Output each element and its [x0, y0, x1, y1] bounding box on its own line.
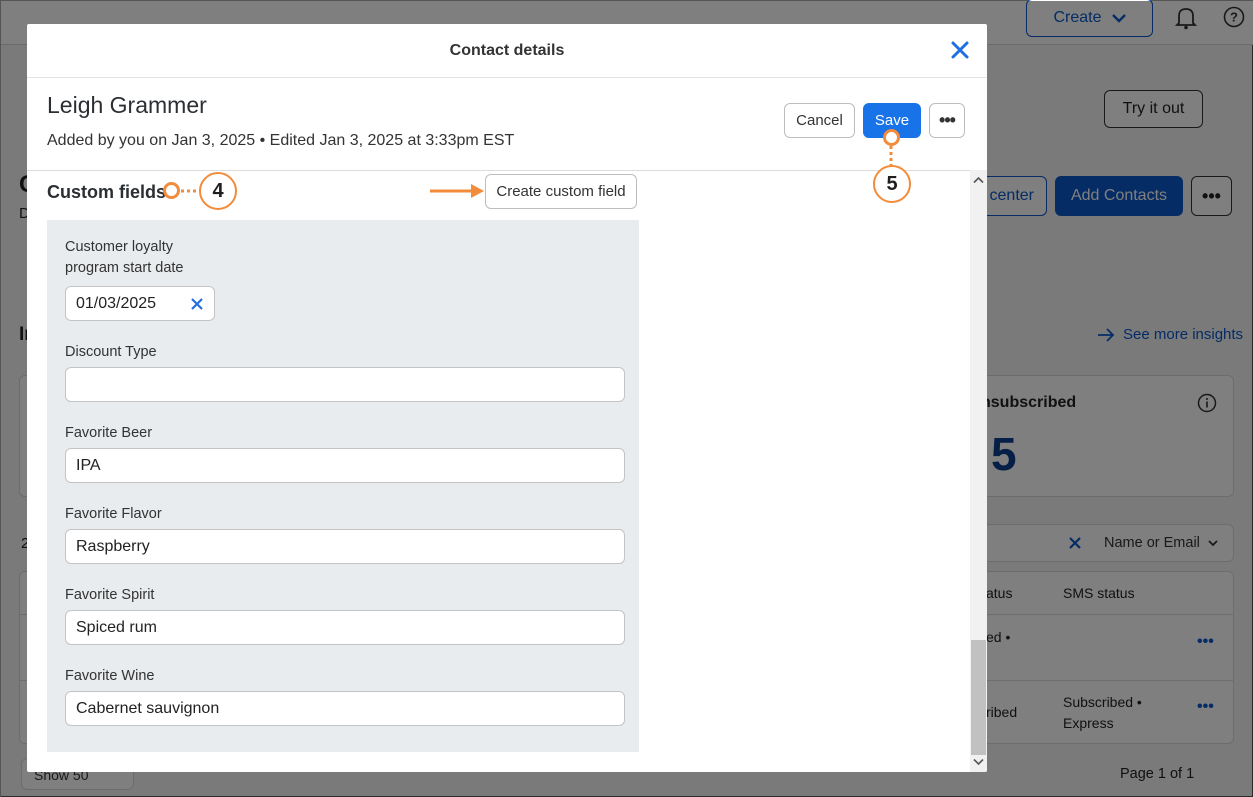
callout-anchor-5 — [883, 129, 900, 146]
callout-connectors — [181, 146, 893, 198]
step-5-callout: 5 — [873, 165, 911, 203]
step-4-callout: 4 — [199, 172, 237, 210]
callout-anchor-4 — [163, 182, 180, 199]
